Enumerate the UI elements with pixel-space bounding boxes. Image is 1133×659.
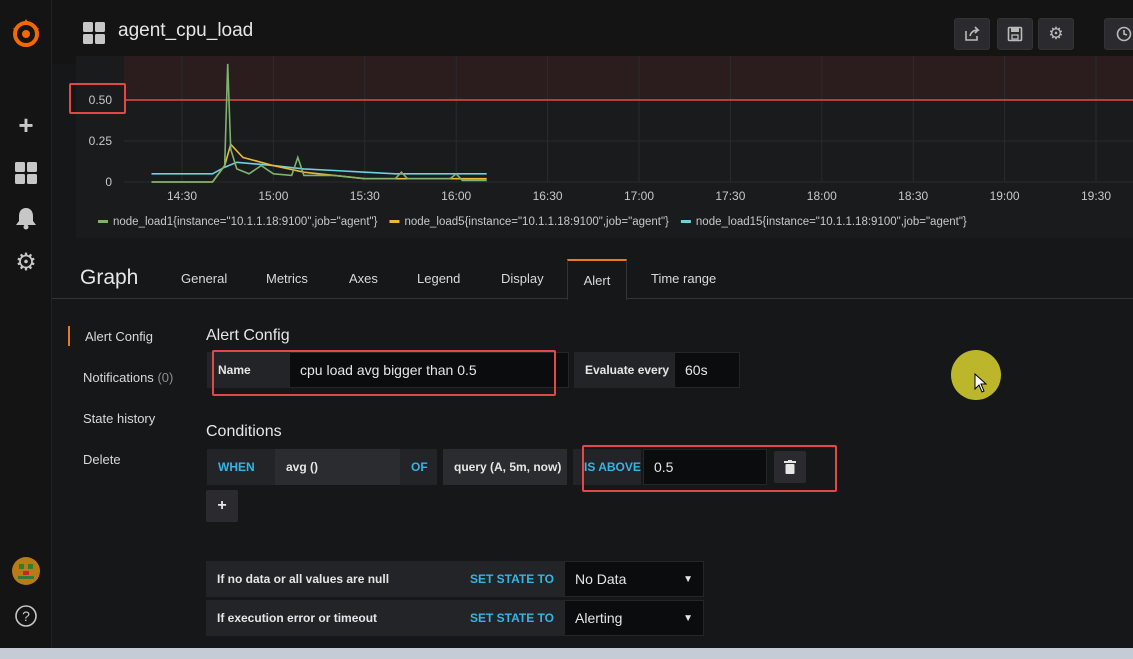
menu-notifications[interactable]: Notifications (0): [83, 370, 173, 385]
tab-time-range[interactable]: Time range: [651, 271, 716, 286]
no-data-set-state: SET STATE TO: [456, 561, 564, 597]
tab-alert-label: Alert: [583, 273, 611, 288]
clock-icon: [1116, 26, 1132, 42]
x-tick-label: 19:00: [990, 189, 1020, 203]
menu-delete[interactable]: Delete: [83, 452, 121, 467]
evaluate-every-input[interactable]: 60s: [674, 352, 740, 388]
x-tick-label: 19:30: [1081, 189, 1111, 203]
threshold-label-highlight: [69, 83, 126, 114]
save-dashboard-button[interactable]: [997, 18, 1033, 50]
grafana-window: + ⚙ ? agent_cpu_load ⚙ 14:30 15:00 15:30…: [0, 0, 1133, 659]
conditions-heading: Conditions: [206, 423, 282, 440]
legend-swatch: [680, 220, 691, 223]
tab-axes[interactable]: Axes: [349, 271, 378, 286]
active-menu-marker: [68, 326, 70, 346]
x-tick-label: 15:00: [258, 189, 288, 203]
top-navbar: agent_cpu_load ⚙: [52, 0, 1133, 64]
dashboard-title[interactable]: agent_cpu_load: [118, 20, 253, 42]
tab-display[interactable]: Display: [501, 271, 544, 286]
alert-config-heading: Alert Config: [206, 327, 290, 344]
legend-entry[interactable]: node_load15{instance="10.1.1.18:9100",jo…: [696, 216, 967, 228]
x-tick-label: 15:30: [350, 189, 380, 203]
sidebar: + ⚙ ?: [0, 0, 52, 659]
exec-error-set-state: SET STATE TO: [456, 600, 564, 636]
exec-error-state-select[interactable]: Alerting ▼: [564, 600, 704, 636]
time-picker-button[interactable]: [1104, 18, 1133, 50]
menu-alert-config[interactable]: Alert Config: [85, 329, 153, 344]
reducer-select[interactable]: avg (): [275, 449, 400, 485]
x-tick-label: 18:00: [807, 189, 837, 203]
user-avatar-icon[interactable]: [0, 556, 52, 586]
share-button[interactable]: [954, 18, 990, 50]
alert-region: [124, 56, 1133, 100]
help-question-icon[interactable]: ?: [0, 602, 52, 630]
grafana-logo-icon[interactable]: [0, 10, 52, 56]
series-line: [151, 142, 487, 183]
x-tick-label: 17:30: [715, 189, 745, 203]
of-keyword: OF: [400, 449, 437, 485]
dashboard-grid-icon: [83, 22, 105, 44]
legend-swatch: [98, 220, 108, 223]
query-select[interactable]: query (A, 5m, now): [443, 449, 567, 485]
x-tick-label: 18:30: [898, 189, 928, 203]
menu-notifications-label: Notifications: [83, 370, 154, 385]
create-plus-icon[interactable]: +: [0, 110, 52, 140]
dashboards-icon[interactable]: [0, 158, 52, 188]
tab-legend[interactable]: Legend: [417, 271, 460, 286]
caret-down-icon: ▼: [683, 573, 693, 585]
dashboard-settings-button[interactable]: ⚙: [1038, 18, 1074, 50]
save-icon: [1007, 26, 1023, 42]
legend-entry[interactable]: node_load5{instance="10.1.1.18:9100",job…: [404, 216, 669, 228]
legend-swatch: [389, 220, 400, 223]
taskbar-strip: [0, 648, 1133, 659]
alerting-bell-icon[interactable]: [0, 203, 52, 233]
name-field-highlight: [212, 350, 556, 396]
when-keyword: WHEN: [207, 449, 275, 485]
threshold-field-highlight: [582, 445, 837, 492]
cpu-load-chart: 14:30 15:00 15:30 16:00 16:30 17:00 17:30 18:00…: [89, 56, 1133, 228]
x-tick-label: 16:30: [533, 189, 563, 203]
tab-metrics[interactable]: Metrics: [266, 271, 308, 286]
share-icon: [965, 26, 980, 41]
no-data-state-value: No Data: [575, 571, 627, 587]
svg-text:?: ?: [22, 608, 30, 624]
panel-type-title: Graph: [80, 266, 139, 289]
x-tick-label: 16:00: [441, 189, 471, 203]
x-tick-label: 14:30: [167, 189, 197, 203]
caret-down-icon: ▼: [683, 612, 693, 624]
graph-panel: 14:30 15:00 15:30 16:00 16:30 17:00 17:30 18:00…: [76, 56, 1133, 238]
add-condition-button[interactable]: +: [206, 490, 238, 522]
settings-gear-icon: ⚙: [1048, 24, 1064, 43]
legend-entry[interactable]: node_load1{instance="10.1.1.18:9100",job…: [113, 216, 378, 228]
tab-alert[interactable]: Alert: [567, 259, 627, 300]
notifications-count: (0): [157, 370, 174, 385]
x-tick-label: 17:00: [624, 189, 654, 203]
no-data-state-select[interactable]: No Data ▼: [564, 561, 704, 597]
y-tick-label: 0: [105, 175, 112, 189]
y-tick-label: 0.25: [89, 134, 113, 148]
menu-state-history[interactable]: State history: [83, 411, 155, 426]
mouse-pointer-icon: [974, 373, 988, 393]
evaluate-every-label: Evaluate every: [574, 352, 674, 388]
no-data-label: If no data or all values are null: [206, 561, 456, 597]
exec-error-state-value: Alerting: [575, 610, 623, 626]
exec-error-label: If execution error or timeout: [206, 600, 456, 636]
series-line: [151, 161, 487, 175]
tab-general[interactable]: General: [181, 271, 227, 286]
configuration-gear-icon[interactable]: ⚙: [0, 247, 52, 277]
